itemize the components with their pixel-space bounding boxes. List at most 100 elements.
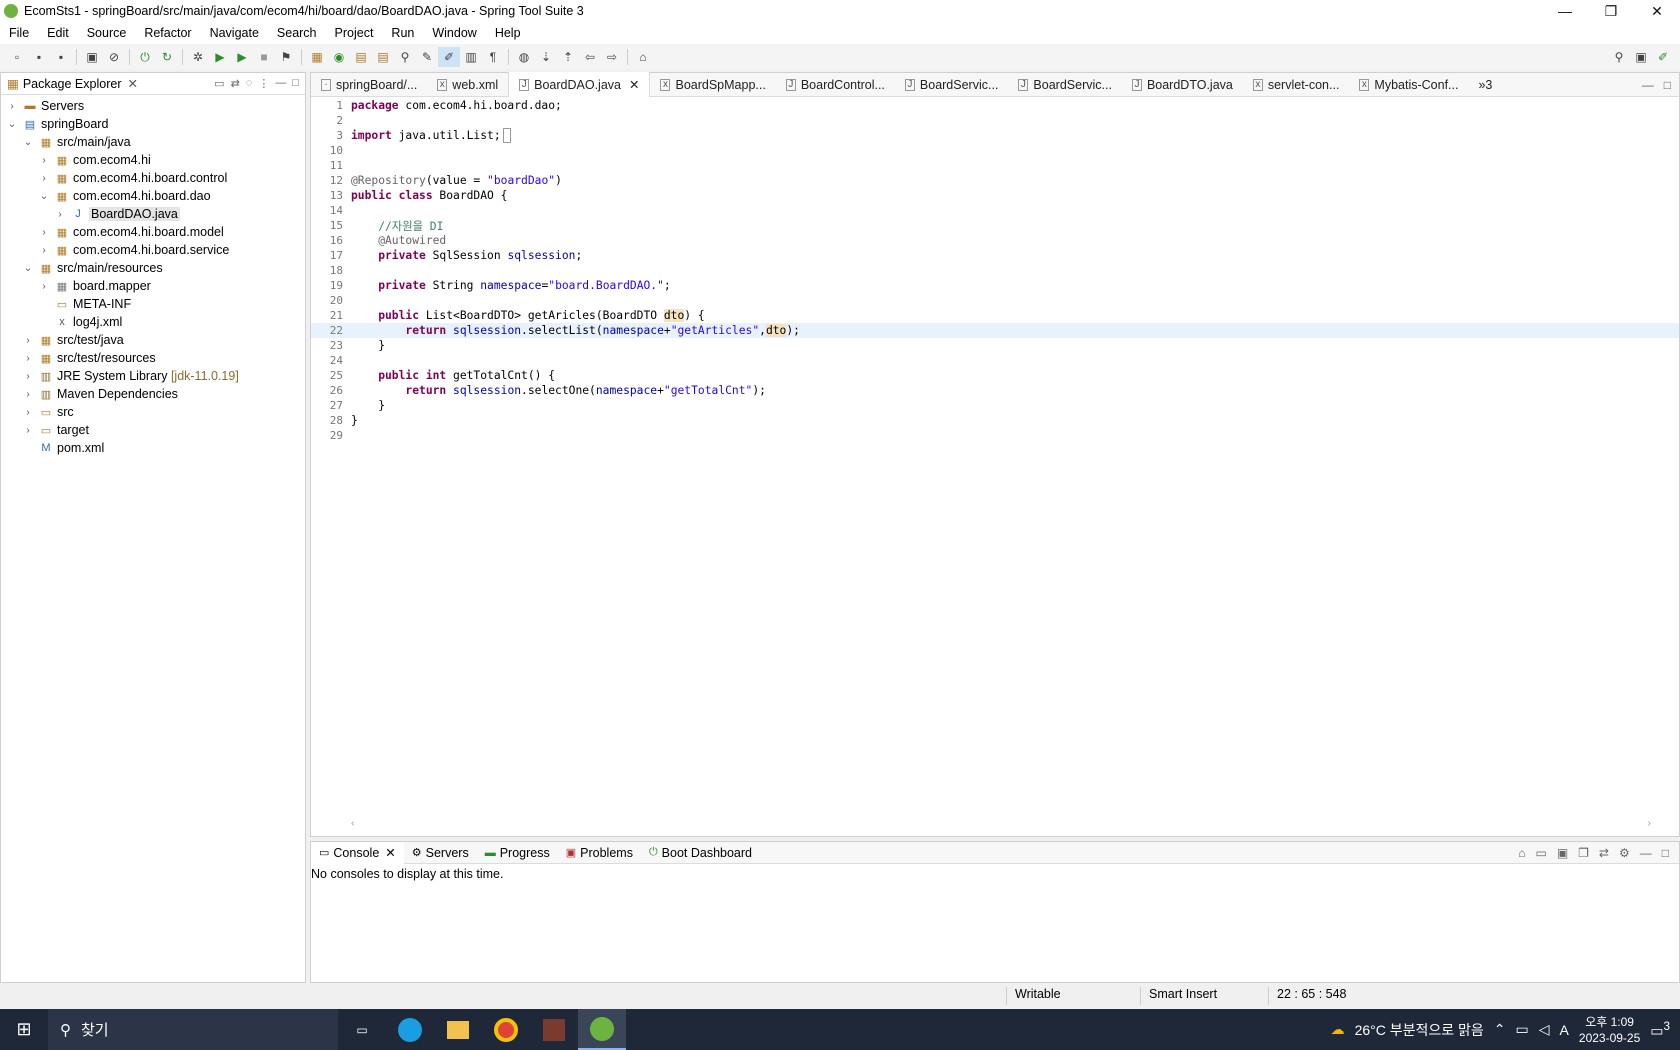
- spring-boot-icon[interactable]: ⏻: [134, 47, 156, 67]
- tree-item-src-main-resources[interactable]: ⌄ ▦ src/main/resources: [1, 259, 305, 277]
- chrome-icon[interactable]: [482, 1009, 530, 1050]
- tree-item-maven-deps[interactable]: › ▥ Maven Dependencies: [1, 385, 305, 403]
- display-console-icon[interactable]: ▭: [1535, 846, 1546, 860]
- tab-boardservice[interactable]: J BoardServic...: [895, 73, 1009, 97]
- tree-item-pom[interactable]: Mpom.xml: [1, 439, 305, 457]
- tree-item-src-main-java[interactable]: ⌄ ▦ src/main/java: [1, 133, 305, 151]
- weather-text[interactable]: 26°C 부분적으로 맑음: [1355, 1020, 1484, 1040]
- open-type-icon[interactable]: ▤: [350, 47, 372, 67]
- search-icon[interactable]: ⚲: [1608, 47, 1630, 67]
- pin-editor-icon[interactable]: ⌂: [632, 47, 654, 67]
- save-all-icon[interactable]: ▪: [50, 47, 72, 67]
- tree-item-src[interactable]: › ▭ src: [1, 403, 305, 421]
- tree-item-package[interactable]: › ▦ com.ecom4.hi.board.service: [1, 241, 305, 259]
- menu-source[interactable]: Source: [78, 26, 136, 40]
- code-area[interactable]: 1 package com.ecom4.hi.board.dao; 2 3 impo…: [311, 98, 1679, 798]
- save-icon[interactable]: ▪: [28, 47, 50, 67]
- menu-window[interactable]: Window: [423, 26, 485, 40]
- open-perspective-icon[interactable]: ▣: [1630, 47, 1652, 67]
- tree-item-folder[interactable]: ▭ META-INF: [1, 295, 305, 313]
- notification-icon[interactable]: ▭3: [1650, 1020, 1670, 1040]
- menu-project[interactable]: Project: [326, 26, 383, 40]
- tree-item-java-file[interactable]: › J BoardDAO.java: [1, 205, 305, 223]
- show-whitespace-icon[interactable]: ¶: [482, 47, 504, 67]
- globe-icon[interactable]: ◍: [513, 47, 535, 67]
- skip-breakpoints-icon[interactable]: ⊘: [103, 47, 125, 67]
- sts-taskbar-icon[interactable]: [578, 1009, 626, 1050]
- menu-search[interactable]: Search: [268, 26, 326, 40]
- stop-icon[interactable]: ■: [253, 47, 275, 67]
- tab-problems[interactable]: ▣ Problems: [558, 842, 641, 864]
- focus-icon[interactable]: ◌: [246, 77, 253, 90]
- close-icon[interactable]: ✕: [385, 845, 395, 860]
- tab-servers[interactable]: ⚙ Servers: [404, 842, 477, 864]
- tree-item-jre-library[interactable]: › ▥ JRE System Library [jdk-11.0.19]: [1, 367, 305, 385]
- tab-boardservice-impl[interactable]: J BoardServic...: [1008, 73, 1122, 97]
- folded-block-icon[interactable]: [502, 128, 512, 143]
- clock[interactable]: 오후 1:09 2023-09-25: [1579, 1014, 1640, 1046]
- network-icon[interactable]: ▭: [1516, 1021, 1529, 1038]
- tree-item-package[interactable]: › ▦ com.ecom4.hi.board.model: [1, 223, 305, 241]
- close-button[interactable]: ✕: [1634, 0, 1680, 22]
- more-tabs-button[interactable]: »3: [1468, 73, 1502, 97]
- search-tool-icon[interactable]: ⚲: [394, 47, 416, 67]
- open-console-icon[interactable]: ▣: [1557, 846, 1568, 860]
- debug-icon[interactable]: ✲: [187, 47, 209, 67]
- package-explorer-tab[interactable]: ▦ Package Explorer ✕: [1, 73, 144, 95]
- task-view-button[interactable]: ▭: [338, 1009, 386, 1050]
- new-package-icon[interactable]: ▦: [306, 47, 328, 67]
- tree-item-servers[interactable]: › ▬ Servers: [1, 97, 305, 115]
- menu-edit[interactable]: Edit: [38, 26, 78, 40]
- copy-icon[interactable]: ❐: [1578, 846, 1589, 860]
- close-icon[interactable]: ✕: [127, 76, 137, 91]
- ime-indicator[interactable]: A: [1560, 1022, 1569, 1038]
- run-icon[interactable]: ▶: [209, 47, 231, 67]
- minimize-icon[interactable]: —: [275, 77, 286, 90]
- pin-icon[interactable]: ⌂: [1518, 846, 1525, 860]
- menu-file[interactable]: File: [0, 26, 38, 40]
- mark-occurrences-icon[interactable]: ✐: [438, 47, 460, 67]
- tree-item-folder[interactable]: › ▦ board.mapper: [1, 277, 305, 295]
- open-folder-icon[interactable]: ▤: [372, 47, 394, 67]
- menu-navigate[interactable]: Navigate: [201, 26, 268, 40]
- link-editor-icon[interactable]: ⇄: [231, 77, 240, 90]
- maximize-icon[interactable]: □: [292, 77, 299, 90]
- tree-item-xml-file[interactable]: x log4j.xml: [1, 313, 305, 331]
- app-icon[interactable]: [530, 1009, 578, 1050]
- prev-annotation-icon[interactable]: ⇡: [557, 47, 579, 67]
- collapse-all-icon[interactable]: ▭: [214, 77, 224, 90]
- minimize-button[interactable]: —: [1542, 0, 1588, 22]
- close-icon[interactable]: ✕: [629, 77, 639, 92]
- tab-boarddao[interactable]: J BoardDAO.java ✕: [508, 72, 651, 97]
- block-select-icon[interactable]: ▥: [460, 47, 482, 67]
- tab-boardcontrol[interactable]: J BoardControl...: [776, 73, 895, 97]
- tab-console[interactable]: ▭ Console ✕: [311, 841, 404, 864]
- file-explorer-icon[interactable]: [434, 1009, 482, 1050]
- volume-icon[interactable]: ◁: [1539, 1021, 1550, 1038]
- tree-item-package[interactable]: › ▦ com.ecom4.hi.board.control: [1, 169, 305, 187]
- tab-web-xml[interactable]: x web.xml: [427, 73, 508, 97]
- terminal-icon[interactable]: ▣: [81, 47, 103, 67]
- minimize-icon[interactable]: —: [1642, 78, 1654, 92]
- relaunch-icon[interactable]: ↻: [156, 47, 178, 67]
- scroll-left-icon[interactable]: ‹: [351, 818, 354, 830]
- tree-item-package[interactable]: ⌄ ▦ com.ecom4.hi.board.dao: [1, 187, 305, 205]
- taskbar-search[interactable]: ⚲ 찾기: [48, 1009, 338, 1050]
- tab-boardspmapper[interactable]: x BoardSpMapp...: [650, 73, 775, 97]
- scroll-right-icon[interactable]: ›: [1648, 818, 1651, 830]
- restore-button[interactable]: ❐: [1588, 0, 1634, 22]
- forward-icon[interactable]: ⇨: [601, 47, 623, 67]
- chevron-up-icon[interactable]: ⌃: [1494, 1021, 1506, 1038]
- tab-springboard[interactable]: · springBoard/...: [311, 73, 427, 97]
- view-menu-icon[interactable]: ⋮: [258, 77, 269, 90]
- annotation-icon[interactable]: ✎: [416, 47, 438, 67]
- tab-boarddto[interactable]: J BoardDTO.java: [1122, 73, 1243, 97]
- run-coverage-icon[interactable]: ▶: [231, 47, 253, 67]
- tab-servlet-context[interactable]: x servlet-con...: [1243, 73, 1350, 97]
- build-icon[interactable]: ⚑: [275, 47, 297, 67]
- menu-run[interactable]: Run: [382, 26, 423, 40]
- tab-boot-dashboard[interactable]: ⏻ Boot Dashboard: [641, 842, 760, 864]
- maximize-icon[interactable]: □: [1662, 846, 1669, 860]
- menu-help[interactable]: Help: [486, 26, 530, 40]
- edge-icon[interactable]: [386, 1009, 434, 1050]
